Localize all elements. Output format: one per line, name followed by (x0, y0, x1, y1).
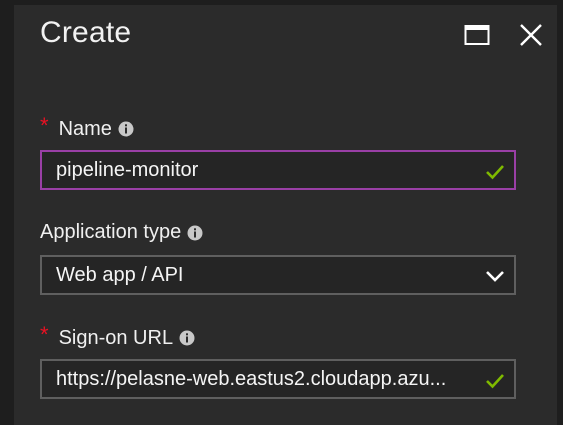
sign-on-url-label-row: * Sign-on URL (40, 322, 195, 351)
blade-title: Create (40, 16, 132, 49)
close-icon (520, 24, 542, 46)
left-edge (0, 0, 14, 425)
sign-on-url-input[interactable]: https://pelasne-web.eastus2.cloudapp.azu… (40, 359, 516, 399)
sign-on-url-label: Sign-on URL (58, 326, 174, 349)
maximize-button[interactable] (462, 20, 492, 50)
chevron-down-icon (486, 271, 504, 282)
application-type-selected: Web app / API (56, 263, 184, 286)
name-label-row: * Name (40, 113, 134, 142)
name-input[interactable]: pipeline-monitor (40, 150, 516, 190)
application-type-dropdown[interactable]: Web app / API (40, 255, 516, 295)
info-icon[interactable] (179, 330, 195, 346)
checkmark-icon (486, 165, 504, 180)
required-asterisk: * (40, 322, 49, 347)
close-button[interactable] (516, 20, 546, 50)
info-icon[interactable] (187, 225, 203, 241)
application-type-label-row: Application type (40, 221, 203, 244)
checkmark-icon (486, 374, 504, 389)
info-icon[interactable] (118, 121, 134, 137)
required-asterisk: * (40, 113, 49, 138)
name-label: Name (58, 117, 112, 140)
top-edge (0, 0, 563, 5)
maximize-icon (464, 25, 490, 45)
application-type-label: Application type (40, 221, 182, 243)
right-edge (557, 0, 563, 425)
sign-on-url-value: https://pelasne-web.eastus2.cloudapp.azu… (56, 367, 447, 390)
name-input-value: pipeline-monitor (56, 158, 199, 181)
